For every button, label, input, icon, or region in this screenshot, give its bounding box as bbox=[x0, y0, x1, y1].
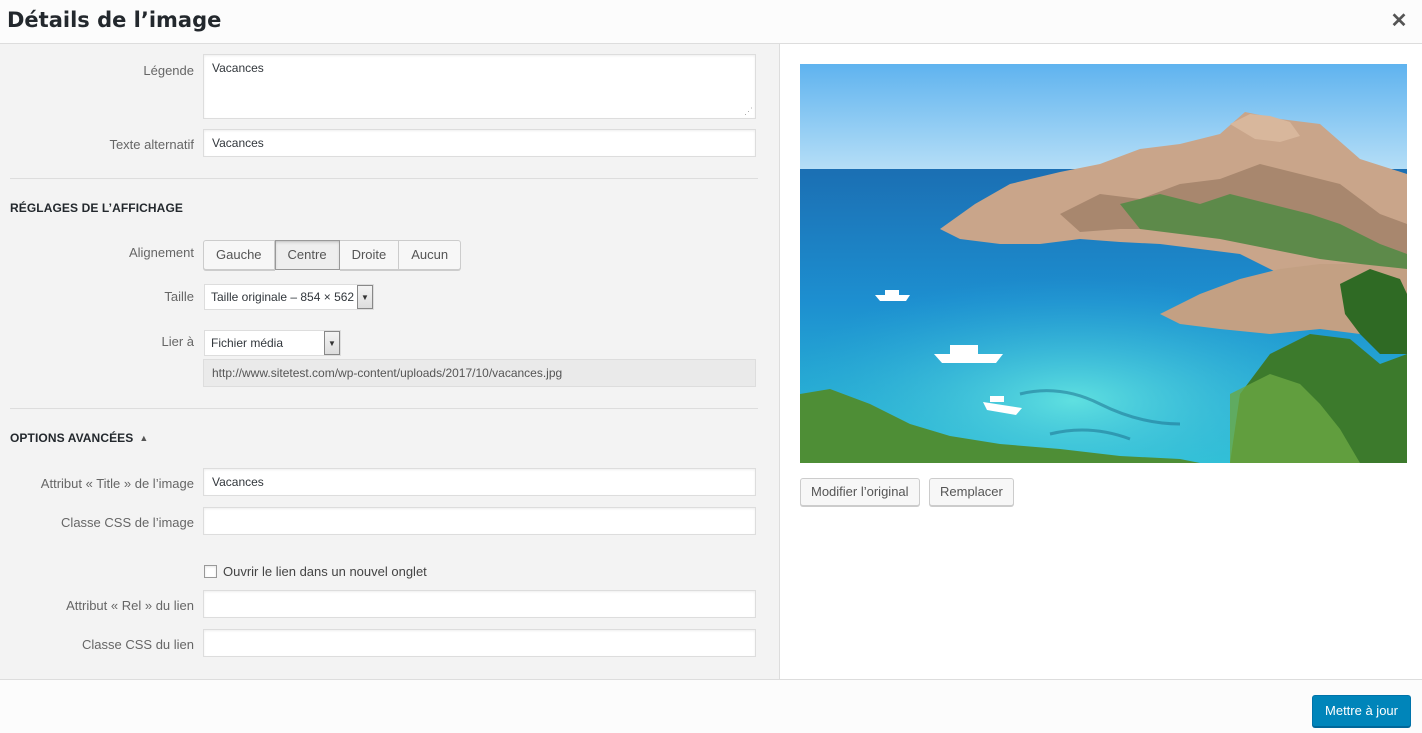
caption-textarea[interactable]: Vacances ⋰ bbox=[203, 54, 756, 119]
advanced-options-title: OPTIONS AVANCÉES bbox=[10, 431, 134, 445]
image-preview bbox=[800, 64, 1407, 463]
dialog-header: Détails de l’image ✕ bbox=[0, 0, 1422, 44]
replace-button[interactable]: Remplacer bbox=[929, 478, 1014, 506]
size-select[interactable]: Taille originale – 854 × 562 ▼ bbox=[204, 284, 374, 310]
caption-value: Vacances bbox=[212, 61, 264, 75]
title-attr-input[interactable]: Vacances bbox=[203, 468, 756, 496]
dialog-title: Détails de l’image bbox=[7, 8, 222, 32]
alt-text-input[interactable]: Vacances bbox=[203, 129, 756, 157]
rel-attr-label: Attribut « Rel » du lien bbox=[66, 598, 194, 613]
display-settings-title: RÉGLAGES DE L’AFFICHAGE bbox=[10, 201, 183, 215]
title-attr-label: Attribut « Title » de l’image bbox=[40, 476, 194, 491]
landscape-image bbox=[800, 64, 1407, 463]
link-css-label: Classe CSS du lien bbox=[82, 637, 194, 652]
link-url-field: http://www.sitetest.com/wp-content/uploa… bbox=[203, 359, 756, 387]
alignment-button-group: Gauche Centre Droite Aucun bbox=[203, 240, 462, 270]
image-css-input[interactable] bbox=[203, 507, 756, 535]
alt-text-label: Texte alternatif bbox=[109, 137, 194, 152]
dialog-footer: Mettre à jour bbox=[0, 679, 1422, 733]
new-tab-checkbox[interactable] bbox=[204, 565, 217, 578]
align-left-button[interactable]: Gauche bbox=[203, 240, 275, 270]
new-tab-label[interactable]: Ouvrir le lien dans un nouvel onglet bbox=[223, 564, 427, 579]
divider bbox=[10, 408, 758, 409]
link-css-input[interactable] bbox=[203, 629, 756, 657]
size-value: Taille originale – 854 × 562 bbox=[211, 290, 355, 304]
title-attr-value: Vacances bbox=[212, 475, 264, 489]
settings-panel: Légende Vacances ⋰ Texte alternatif Vaca… bbox=[0, 44, 780, 679]
align-none-button[interactable]: Aucun bbox=[399, 240, 462, 270]
alignment-label: Alignement bbox=[128, 245, 194, 260]
image-css-label: Classe CSS de l’image bbox=[61, 515, 194, 530]
resize-grip-icon[interactable]: ⋰ bbox=[744, 107, 753, 116]
advanced-options-toggle[interactable]: OPTIONS AVANCÉES ▲ bbox=[10, 431, 148, 445]
close-icon[interactable]: ✕ bbox=[1388, 10, 1410, 32]
link-to-label: Lier à bbox=[161, 334, 194, 349]
rel-attr-input[interactable] bbox=[203, 590, 756, 618]
align-center-button[interactable]: Centre bbox=[274, 240, 340, 270]
caption-label: Légende bbox=[143, 63, 194, 78]
chevron-down-icon[interactable]: ▼ bbox=[324, 331, 340, 355]
link-to-select[interactable]: Fichier média ▼ bbox=[204, 330, 341, 356]
size-label: Taille bbox=[164, 289, 194, 304]
preview-panel: Modifier l’original Remplacer bbox=[780, 44, 1422, 679]
divider bbox=[10, 178, 758, 179]
update-button[interactable]: Mettre à jour bbox=[1312, 695, 1411, 727]
chevron-down-icon[interactable]: ▼ bbox=[357, 285, 373, 309]
link-to-value: Fichier média bbox=[211, 336, 284, 350]
triangle-up-icon: ▲ bbox=[139, 433, 149, 443]
align-right-button[interactable]: Droite bbox=[339, 240, 400, 270]
edit-original-button[interactable]: Modifier l’original bbox=[800, 478, 920, 506]
link-url-value: http://www.sitetest.com/wp-content/uploa… bbox=[212, 366, 563, 380]
alt-text-value: Vacances bbox=[212, 136, 264, 150]
